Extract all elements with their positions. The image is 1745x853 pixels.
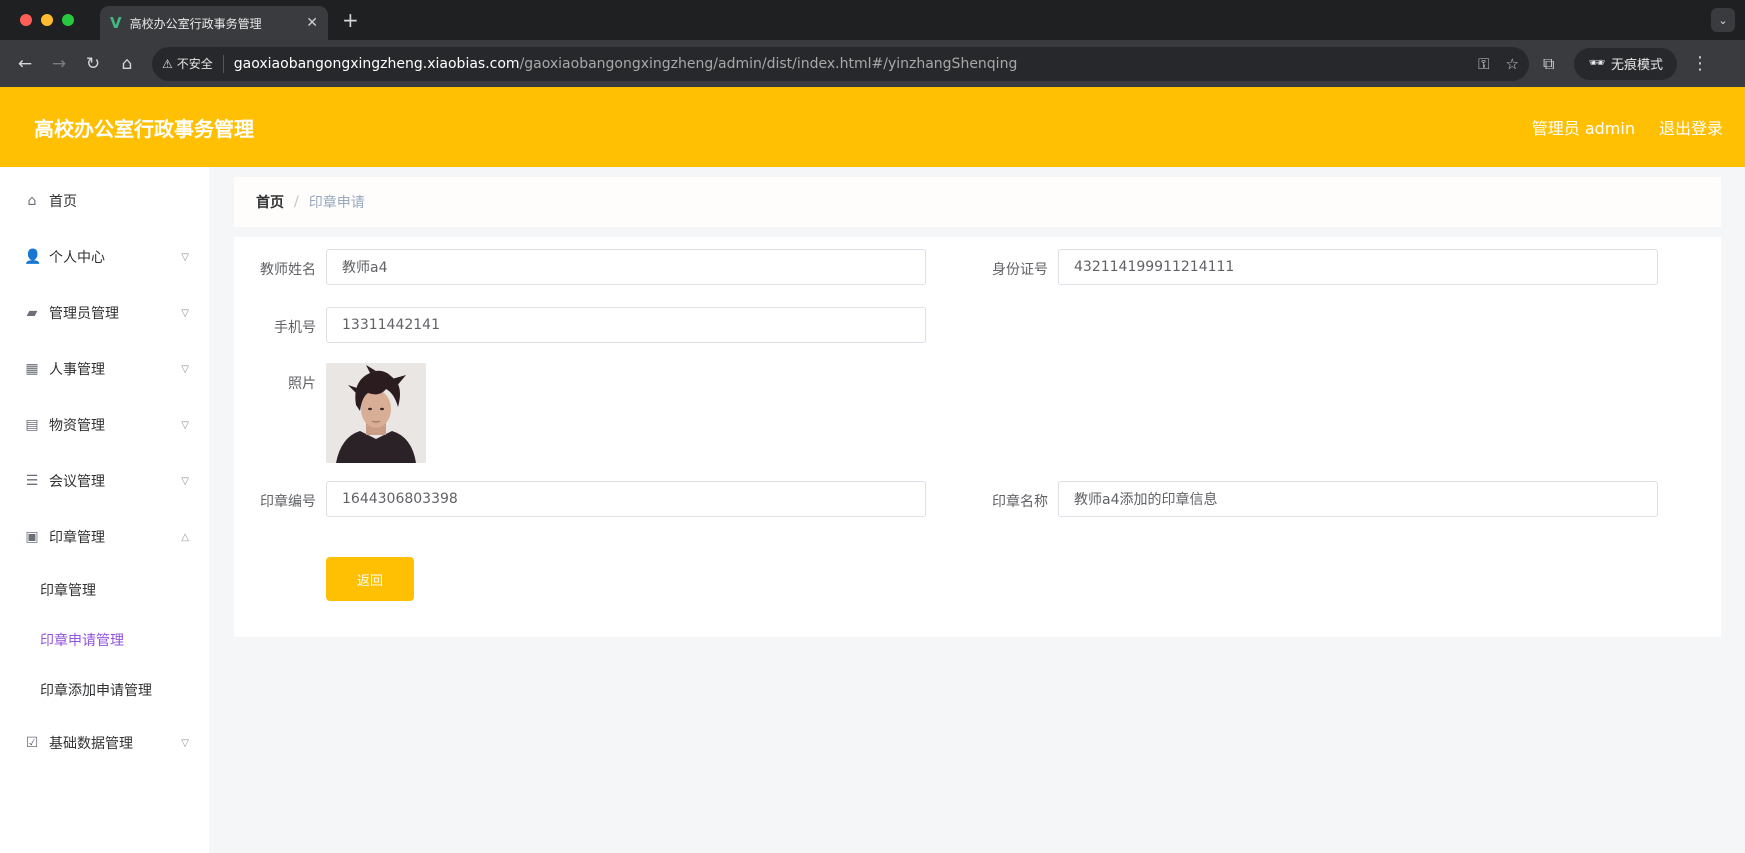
sidebar-item-supplies-management[interactable]: ▤ 物资管理 ▽ — [0, 397, 209, 453]
close-window-button[interactable] — [20, 14, 32, 26]
chevron-down-icon: ▽ — [181, 419, 189, 431]
breadcrumb: 首页 / 印章申请 — [234, 177, 1721, 227]
sidebar: ⌂ 首页 👤 个人中心 ▽ ▰ 管理员管理 ▽ ▦ 人事管理 ▽ ▤ 物资管理 … — [0, 167, 209, 853]
tab-search-chevron-icon[interactable]: ⌄ — [1711, 8, 1735, 32]
id-card-label: 身份证号 — [992, 262, 1048, 278]
sidebar-item-meeting-management[interactable]: ☰ 会议管理 ▽ — [0, 453, 209, 509]
insecure-label: 不安全 — [176, 57, 213, 71]
url-host: gaoxiaobangongxingzheng.xiaobias.com — [233, 55, 520, 72]
home-icon: ⌂ — [27, 193, 37, 209]
sidebar-item-label: 会议管理 — [49, 474, 105, 490]
new-tab-icon[interactable]: + — [342, 8, 359, 32]
bookmark-star-icon[interactable]: ☆ — [1506, 55, 1519, 73]
browser-menu-icon[interactable]: ⋮ — [1691, 53, 1709, 74]
forward-arrow-icon[interactable]: → — [42, 54, 76, 74]
seal-name-label: 印章名称 — [992, 494, 1048, 510]
breadcrumb-current: 印章申请 — [308, 195, 365, 211]
sidebar-item-label: 首页 — [49, 194, 77, 210]
id-card-field[interactable]: 432114199911214111 — [1058, 249, 1658, 285]
logout-link[interactable]: 退出登录 — [1659, 115, 1723, 139]
teacher-photo[interactable] — [326, 363, 426, 463]
user-icon: 👤 — [24, 249, 42, 265]
window-controls — [20, 14, 74, 26]
extensions-icon[interactable]: ⧉ — [1543, 54, 1554, 74]
sidebar-item-label: 物资管理 — [49, 418, 105, 434]
seal-application-form: 教师姓名 教师a4 身份证号 432114199911214111 手机号 13… — [234, 237, 1721, 637]
browser-tab-bar: V 高校办公室行政事务管理 ✕ + ⌄ — [0, 0, 1745, 40]
seal-name-field[interactable]: 教师a4添加的印章信息 — [1058, 481, 1658, 517]
back-arrow-icon[interactable]: ← — [8, 54, 42, 74]
seal-number-field[interactable]: 1644306803398 — [326, 481, 926, 517]
url-path: /gaoxiaobangongxingzheng/admin/dist/inde… — [519, 55, 1018, 72]
main-content: 首页 / 印章申请 教师姓名 教师a4 身份证号 432114199911214… — [209, 167, 1745, 853]
clipboard-icon: ☑ — [25, 735, 39, 751]
submenu-item-seal-add-application[interactable]: 印章添加申请管理 — [0, 665, 209, 715]
home-page-icon[interactable]: ⌂ — [110, 54, 144, 74]
current-user-label: 管理员 admin — [1531, 119, 1635, 138]
portrait-image — [326, 363, 426, 463]
warning-icon: ⚠ — [162, 56, 173, 71]
reload-icon[interactable]: ↻ — [76, 54, 110, 74]
list-icon: ☰ — [25, 473, 39, 489]
tab-close-icon[interactable]: ✕ — [306, 15, 318, 31]
minimize-window-button[interactable] — [41, 14, 53, 26]
grid-icon: ▦ — [25, 361, 39, 377]
app-title: 高校办公室行政事务管理 — [34, 116, 254, 141]
security-indicator[interactable]: ⚠ 不安全 — [162, 54, 224, 73]
breadcrumb-separator: / — [294, 194, 299, 210]
vue-logo-icon: V — [110, 14, 122, 32]
sidebar-item-seal-management[interactable]: ▣ 印章管理 △ — [0, 509, 209, 565]
password-key-icon[interactable]: ⚿ — [1478, 55, 1489, 73]
tab-title: 高校办公室行政事务管理 — [129, 16, 262, 31]
chat-icon: ▤ — [25, 417, 39, 433]
teacher-name-field[interactable]: 教师a4 — [326, 249, 926, 285]
browser-toolbar: ← → ↻ ⌂ ⚠ 不安全 gaoxiaobangongxingzheng.xi… — [0, 40, 1745, 87]
teacher-name-label: 教师姓名 — [260, 262, 316, 278]
back-button[interactable]: 返回 — [326, 557, 414, 601]
phone-label: 手机号 — [274, 320, 316, 336]
sidebar-item-label: 印章管理 — [49, 530, 105, 546]
incognito-badge[interactable]: 🕶 无痕模式 — [1574, 47, 1677, 80]
sidebar-item-hr-management[interactable]: ▦ 人事管理 ▽ — [0, 341, 209, 397]
chevron-down-icon: ▽ — [181, 307, 189, 319]
phone-field[interactable]: 13311442141 — [326, 307, 926, 343]
stamp-icon: ▣ — [25, 529, 39, 545]
incognito-label: 无痕模式 — [1610, 58, 1663, 73]
omnibox-actions: ⚿ ☆ — [1478, 55, 1519, 73]
header-user-area: 管理员 admin 退出登录 — [1532, 115, 1723, 139]
breadcrumb-home[interactable]: 首页 — [256, 192, 284, 212]
app-body: ⌂ 首页 👤 个人中心 ▽ ▰ 管理员管理 ▽ ▦ 人事管理 ▽ ▤ 物资管理 … — [0, 167, 1745, 853]
chevron-down-icon: ▽ — [181, 363, 189, 375]
chevron-down-icon: ▽ — [181, 737, 189, 749]
browser-tab[interactable]: V 高校办公室行政事务管理 ✕ — [100, 6, 328, 40]
submenu-item-seal-management[interactable]: 印章管理 — [0, 565, 209, 615]
seal-number-label: 印章编号 — [260, 494, 316, 510]
sidebar-item-label: 个人中心 — [49, 250, 105, 266]
photo-label: 照片 — [288, 376, 316, 392]
ticket-icon: ▰ — [26, 305, 38, 321]
url-text[interactable]: gaoxiaobangongxingzheng.xiaobias.com/gao… — [234, 56, 1478, 72]
submenu-item-seal-application[interactable]: 印章申请管理 — [0, 615, 209, 665]
chevron-down-icon: ▽ — [181, 475, 189, 487]
sidebar-item-label: 基础数据管理 — [49, 736, 133, 752]
sidebar-item-home[interactable]: ⌂ 首页 — [0, 173, 209, 229]
chevron-down-icon: ▽ — [181, 251, 189, 263]
app-header: 高校办公室行政事务管理 管理员 admin 退出登录 — [0, 87, 1745, 167]
incognito-icon: 🕶 — [1588, 56, 1605, 71]
chevron-up-icon: △ — [181, 531, 189, 543]
sidebar-item-label: 人事管理 — [49, 362, 105, 378]
sidebar-item-basic-data[interactable]: ☑ 基础数据管理 ▽ — [0, 715, 209, 771]
maximize-window-button[interactable] — [62, 14, 74, 26]
sidebar-item-admin-management[interactable]: ▰ 管理员管理 ▽ — [0, 285, 209, 341]
address-bar[interactable]: ⚠ 不安全 gaoxiaobangongxingzheng.xiaobias.c… — [152, 46, 1529, 81]
sidebar-item-personal-center[interactable]: 👤 个人中心 ▽ — [0, 229, 209, 285]
sidebar-item-label: 管理员管理 — [49, 306, 119, 322]
